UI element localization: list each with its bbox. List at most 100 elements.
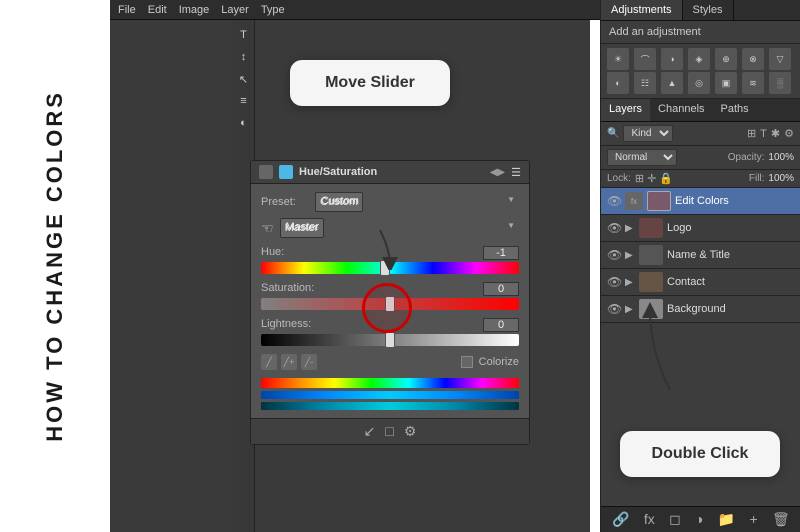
master-select-wrapper: Master Master <box>280 218 519 238</box>
footer-link-icon[interactable]: 🔗 <box>612 511 629 528</box>
tool-layers[interactable]: ≡ <box>235 92 253 110</box>
kind-select[interactable]: Kind <box>623 125 673 142</box>
sat-label: Saturation: <box>261 282 314 296</box>
colorize-checkbox[interactable] <box>461 356 473 368</box>
adj-huesat[interactable]: ⊕ <box>715 48 737 70</box>
layer-item-logo[interactable]: 👁 ▶ Logo <box>601 215 800 242</box>
tab-paths[interactable]: Paths <box>713 99 757 121</box>
eye-icon-1[interactable]: 👁 <box>607 221 621 235</box>
color-bar-cyan <box>261 402 519 410</box>
blend-select[interactable]: Normal <box>607 149 677 166</box>
callout-double-click: Double Click <box>620 431 780 477</box>
adj-exposure[interactable]: ◑ <box>661 48 683 70</box>
expand-icon-1[interactable]: ▶ <box>625 223 635 234</box>
tab-styles[interactable]: Styles <box>683 0 734 20</box>
tab-adjustments[interactable]: Adjustments <box>601 0 683 20</box>
adj-levels[interactable]: ▲ <box>661 72 683 94</box>
expand-icon-3[interactable]: ▶ <box>625 277 635 288</box>
footer-delete-icon[interactable]: 🗑 <box>772 511 790 528</box>
hand-icon: ☜ <box>261 220 274 237</box>
layer-name-0: Edit Colors <box>675 195 794 207</box>
panel-footer: ↙ □ ⚙ <box>251 418 529 444</box>
menu-item-image[interactable]: Image <box>179 4 210 16</box>
panel-arrows[interactable]: ◀▶ <box>490 167 505 178</box>
adj-gradient[interactable]: ░ <box>769 72 791 94</box>
fill-value: 100% <box>768 173 794 184</box>
colorize-label: Colorize <box>479 356 519 368</box>
menu-item-file[interactable]: File <box>118 4 136 16</box>
layer-item-name-title[interactable]: 👁 ▶ Name & Title <box>601 242 800 269</box>
adj-colorbal[interactable]: ⊗ <box>742 48 764 70</box>
adj-poster[interactable]: ▣ <box>715 72 737 94</box>
adj-photofilter[interactable]: ◐ <box>607 72 629 94</box>
light-thumb[interactable] <box>385 332 395 348</box>
eyedropper-icon-2[interactable]: ╱+ <box>281 354 297 370</box>
adj-bw[interactable]: ▽ <box>769 48 791 70</box>
footer-add-icon[interactable]: + <box>749 511 757 528</box>
preset-row: Preset: Custom Custom <box>261 192 519 212</box>
menu-item-edit[interactable]: Edit <box>148 4 167 16</box>
tab-layers[interactable]: Layers <box>601 99 650 121</box>
layer-name-1: Logo <box>667 222 794 234</box>
footer-icon-1[interactable]: ↙ <box>364 423 376 440</box>
adj-curves[interactable]: ⌒ <box>634 48 656 70</box>
layer-item-background[interactable]: 👁 ▶ Background <box>601 296 800 323</box>
footer-adj-icon[interactable]: ◑ <box>695 511 703 528</box>
toolbar-icon-2[interactable]: T <box>760 128 767 140</box>
blend-row: Normal Opacity: 100% <box>601 146 800 170</box>
toolbar-icon-3[interactable]: ✱ <box>771 127 780 140</box>
layer-item-contact[interactable]: 👁 ▶ Contact <box>601 269 800 296</box>
callout-move-slider: Move Slider <box>290 60 450 106</box>
light-track[interactable] <box>261 334 519 346</box>
panel-menu-icon[interactable]: ☰ <box>511 166 521 179</box>
tool-adjust[interactable]: ◐ <box>235 114 253 132</box>
eyedropper-icon-3[interactable]: ╱- <box>301 354 317 370</box>
footer-icon-3[interactable]: ⚙ <box>404 423 417 440</box>
left-panel: HOW TO CHANGE COLORS <box>0 0 110 532</box>
footer-icon-2[interactable]: □ <box>385 423 393 440</box>
lock-icons: ⊞ ✛ 🔒 <box>635 172 673 185</box>
panel-header: Hue/Saturation ◀▶ ☰ <box>251 161 529 184</box>
toolbar-icon-4[interactable]: ⚙ <box>784 127 794 140</box>
hue-label: Hue: <box>261 246 284 260</box>
master-select[interactable]: Master <box>280 218 324 238</box>
adj-threshold[interactable]: ≋ <box>742 72 764 94</box>
expand-icon-2[interactable]: ▶ <box>625 250 635 261</box>
adj-invert[interactable]: ◎ <box>688 72 710 94</box>
hue-track[interactable] <box>261 262 519 274</box>
adj-vibrance[interactable]: ◈ <box>688 48 710 70</box>
lock-all-icon[interactable]: 🔒 <box>659 172 673 185</box>
tool-text2[interactable]: T <box>235 26 253 44</box>
layer-thumb-1 <box>639 218 663 238</box>
menu-item-type[interactable]: Type <box>261 4 285 16</box>
footer-mask-icon[interactable]: ◻ <box>669 511 681 528</box>
layer-item-edit-colors[interactable]: 👁 fx Edit Colors <box>601 188 800 215</box>
footer-fx-icon[interactable]: fx <box>644 511 655 528</box>
eye-icon-4[interactable]: 👁 <box>607 302 621 316</box>
tab-channels[interactable]: Channels <box>650 99 712 121</box>
hue-slider-row: Hue: -1 <box>261 246 519 274</box>
tool-arrow[interactable]: ↖ <box>235 70 253 88</box>
eye-icon-0[interactable]: 👁 <box>607 194 621 208</box>
menu-item-layer[interactable]: Layer <box>221 4 249 16</box>
layer-name-2: Name & Title <box>667 249 794 261</box>
tool-hand[interactable]: ↕ <box>235 48 253 66</box>
toolbar-icon-1[interactable]: ⊞ <box>747 127 756 140</box>
preset-select[interactable]: Custom <box>315 192 363 212</box>
eyedropper-icon-1[interactable]: ╱ <box>261 354 277 370</box>
hue-label-row: Hue: -1 <box>261 246 519 260</box>
expand-icon-4[interactable]: ▶ <box>625 304 635 315</box>
lock-move-icon[interactable]: ✛ <box>647 172 656 185</box>
lock-pixel-icon[interactable]: ⊞ <box>635 172 644 185</box>
footer-folder-icon[interactable]: 📁 <box>718 511 735 528</box>
color-bar-blue <box>261 391 519 399</box>
red-circle-indicator <box>362 283 412 333</box>
lock-text: Lock: <box>607 173 631 184</box>
eye-icon-3[interactable]: 👁 <box>607 275 621 289</box>
eyedropper-icons: ╱ ╱+ ╱- <box>261 354 317 370</box>
adj-channel[interactable]: ☷ <box>634 72 656 94</box>
adj-brightness[interactable]: ☀ <box>607 48 629 70</box>
hue-thumb[interactable] <box>380 260 390 276</box>
opacity-value: 100% <box>768 152 794 163</box>
eye-icon-2[interactable]: 👁 <box>607 248 621 262</box>
